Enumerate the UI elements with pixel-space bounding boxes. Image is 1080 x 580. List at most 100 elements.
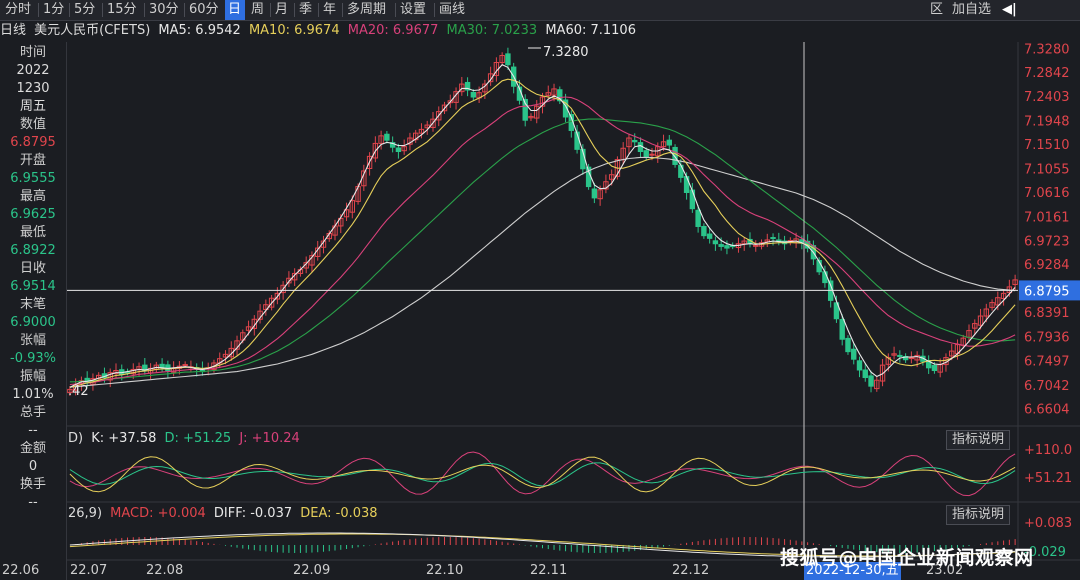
kdj-j-value: J: +10.24 [239,431,300,446]
time-label: 时间 [19,45,46,60]
low-label: 最低 [19,225,46,240]
low-value: 6.8922 [10,243,56,258]
candle [395,147,402,153]
ma10-line [69,78,1016,388]
candle [868,375,874,387]
y-tick-label: 7.1948 [1024,114,1070,129]
y-tick-label: 7.1055 [1024,162,1070,177]
candle [159,363,165,368]
kdj-tick-label: +110.0 [1024,443,1072,458]
value-value: 6.8795 [10,135,56,150]
candle [683,176,690,194]
kdj-k-value: K: +37.58 [91,431,157,446]
candle [822,271,828,284]
watermark: 搜狐号@中国企业新闻观察网 [780,547,1034,569]
kdj-prefix: D) [68,431,84,446]
macd-dea-value: DEA: -0.038 [300,506,378,521]
candle [505,53,511,66]
candle [908,357,915,360]
turnover-label: 换手 [19,477,46,492]
kdj-tick-label: +51.21 [1024,471,1072,486]
max-price-marker: 7.3280 [543,45,589,60]
x-tick-label: 22.06 [2,563,40,578]
candle [672,146,678,165]
kdj-legend: D) K: +37.58 D: +51.25 J: +10.24 [68,430,304,448]
weekday-value: 周五 [19,99,46,114]
candle [724,245,730,249]
candle [695,209,701,227]
y-tick-label: 7.3280 [1024,42,1070,57]
change-value: -0.93% [10,351,56,366]
candle [839,319,845,340]
last-label: 末笔 [19,297,46,312]
amount-value: 0 [28,459,38,474]
y-tick-label: 7.2842 [1024,66,1070,81]
close-label: 日收 [19,261,46,276]
kdj-help-button[interactable]: 指标说明 [946,430,1011,450]
y-tick-label: 6.7936 [1024,331,1070,346]
y-tick-label: 6.7042 [1024,379,1070,394]
close-value: 6.9514 [10,279,56,294]
y-tick-label: 6.9723 [1024,234,1070,249]
candle [931,364,938,372]
x-tick-label: 22.10 [426,563,464,578]
candle [632,139,638,143]
high-label: 最高 [19,189,46,204]
x-tick-label: 22.09 [293,563,331,578]
value-label: 数值 [19,117,46,132]
y-tick-label: 7.2403 [1024,90,1070,105]
last-value: 6.9000 [10,315,56,330]
candle [689,189,696,210]
candle [718,244,724,247]
info-panel: 时间 2022 1230 周五 数值 6.8795 开盘 6.9555 最高 6… [0,42,67,580]
candle [701,225,707,237]
candle [776,239,782,242]
amplitude-value: 1.01% [12,387,54,402]
macd-legend: 26,9) MACD: +0.004 DIFF: -0.037 DEA: -0.… [68,505,382,523]
candle [845,337,851,353]
date-value: 1230 [16,81,50,96]
x-tick-label: 22.08 [146,563,184,578]
candle [770,237,776,240]
volume-value: -- [28,423,38,438]
year-value: 2022 [16,63,50,78]
candle [470,91,477,98]
kdj-d-value: D: +51.25 [164,431,232,446]
open-label: 开盘 [19,153,46,168]
candle [897,354,903,357]
candle [182,364,188,367]
change-label: 张幅 [19,333,46,348]
y-tick-label: 7.0161 [1024,211,1070,226]
min-price-marker: .42 [68,384,89,399]
amplitude-label: 振幅 [19,369,46,384]
open-value: 6.9555 [10,171,56,186]
x-tick-label: 22.11 [530,563,568,578]
y-tick-label: 7.1510 [1024,138,1070,153]
y-tick-label: 6.7497 [1024,354,1070,369]
candle [712,240,719,245]
candle [851,348,857,360]
candle [591,188,598,199]
macd-diff-value: DIFF: -0.037 [213,506,293,521]
x-tick-label: 22.12 [672,563,710,578]
ma30-line [69,118,1016,383]
y-tick-label: 6.8391 [1024,306,1070,321]
turnover-value: -- [28,495,38,510]
candle [706,233,713,239]
y-tick-label: 6.6604 [1024,403,1070,418]
volume-label: 总手 [19,405,46,420]
y-tick-label: 6.9284 [1024,258,1070,273]
crosshair-value-label: 6.8795 [1024,284,1070,299]
macd-value: MACD: +0.004 [110,506,206,521]
macd-help-button[interactable]: 指标说明 [946,505,1011,525]
candle [862,369,868,379]
macd-tick-label: +0.083 [1024,516,1072,531]
candle [649,153,655,156]
ma60-line [69,156,1016,388]
high-value: 6.9625 [10,207,56,222]
candle [856,360,863,371]
kline-chart[interactable]: 7.3280 7.2842 7.2403 7.1948 7.1510 7.1055 7.06… [0,0,1080,580]
candle [643,150,649,158]
amount-label: 金额 [19,441,46,456]
candle [666,139,672,146]
